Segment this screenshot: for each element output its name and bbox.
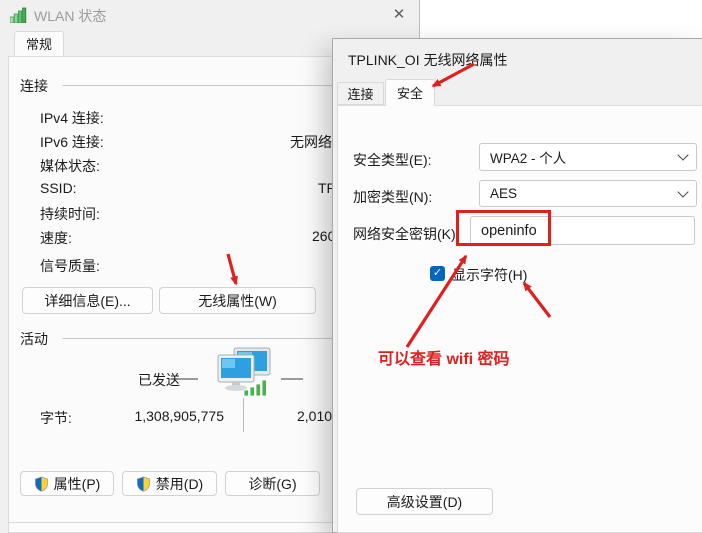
row-label-ssid: SSID: <box>40 180 77 196</box>
chevron-down-icon <box>677 149 688 160</box>
tab-connection[interactable]: 连接 <box>337 82 384 105</box>
uac-shield-icon <box>136 476 151 492</box>
tab-security[interactable]: 安全 <box>385 79 435 106</box>
dash <box>178 378 198 380</box>
advanced-settings-button-label: 高级设置(D) <box>387 492 462 512</box>
dash <box>281 378 303 380</box>
properties-button-label: 属性(P) <box>54 474 101 494</box>
encryption-type-label: 加密类型(N): <box>353 187 432 207</box>
tab-general[interactable]: 常规 <box>14 31 64 56</box>
row-label-signal-quality: 信号质量: <box>40 256 100 276</box>
disable-button[interactable]: 禁用(D) <box>122 471 217 496</box>
wireless-properties-dialog: TPLINK_OI 无线网络属性 连接 安全 安全类型(E): WPA2 - 个… <box>332 38 702 533</box>
sent-label: 已发送 <box>138 370 180 390</box>
encryption-type-dropdown[interactable]: AES <box>479 180 697 207</box>
diagnose-button[interactable]: 诊断(G) <box>225 471 320 496</box>
bytes-label: 字节: <box>40 408 72 428</box>
security-type-label: 安全类型(E): <box>353 150 432 170</box>
activity-heading: 活动 <box>20 329 48 349</box>
window-title: WLAN 状态 <box>34 6 106 26</box>
titlebar: WLAN 状态 ✕ <box>0 0 420 30</box>
diagnose-button-label: 诊断(G) <box>248 474 296 494</box>
details-button[interactable]: 详细信息(E)... <box>22 287 153 314</box>
advanced-settings-button[interactable]: 高级设置(D) <box>356 488 493 515</box>
network-activity-icon <box>210 347 274 397</box>
network-key-label: 网络安全密钥(K) <box>353 224 456 244</box>
close-icon[interactable]: ✕ <box>386 2 412 26</box>
row-label-ipv6: IPv6 连接: <box>40 132 104 152</box>
connection-heading: 连接 <box>20 76 48 96</box>
disable-button-label: 禁用(D) <box>156 474 203 494</box>
row-label-ipv4: IPv4 连接: <box>40 108 104 128</box>
properties-button[interactable]: 属性(P) <box>20 471 114 496</box>
chevron-down-icon <box>677 186 688 197</box>
dialog-title: TPLINK_OI 无线网络属性 <box>348 50 507 70</box>
security-type-dropdown[interactable]: WPA2 - 个人 <box>479 143 697 171</box>
row-value-ipv6: 无网络 <box>290 132 332 152</box>
uac-shield-icon <box>34 476 49 492</box>
row-label-duration: 持续时间: <box>40 204 100 224</box>
security-type-value: WPA2 - 个人 <box>490 147 566 167</box>
bytes-separator <box>243 398 244 432</box>
row-label-speed: 速度: <box>40 228 72 248</box>
show-characters-checkbox[interactable]: ✓ <box>430 266 445 281</box>
wireless-properties-button[interactable]: 无线属性(W) <box>159 287 316 314</box>
bytes-received-value: 2,010 <box>297 408 332 424</box>
wifi-signal-icon <box>10 7 30 23</box>
show-characters-label[interactable]: 显示字符(H) <box>452 265 527 285</box>
encryption-type-value: AES <box>490 186 517 201</box>
network-key-input[interactable] <box>470 216 695 245</box>
row-label-media-state: 媒体状态: <box>40 156 100 176</box>
bytes-sent-value: 1,308,905,775 <box>112 408 224 424</box>
